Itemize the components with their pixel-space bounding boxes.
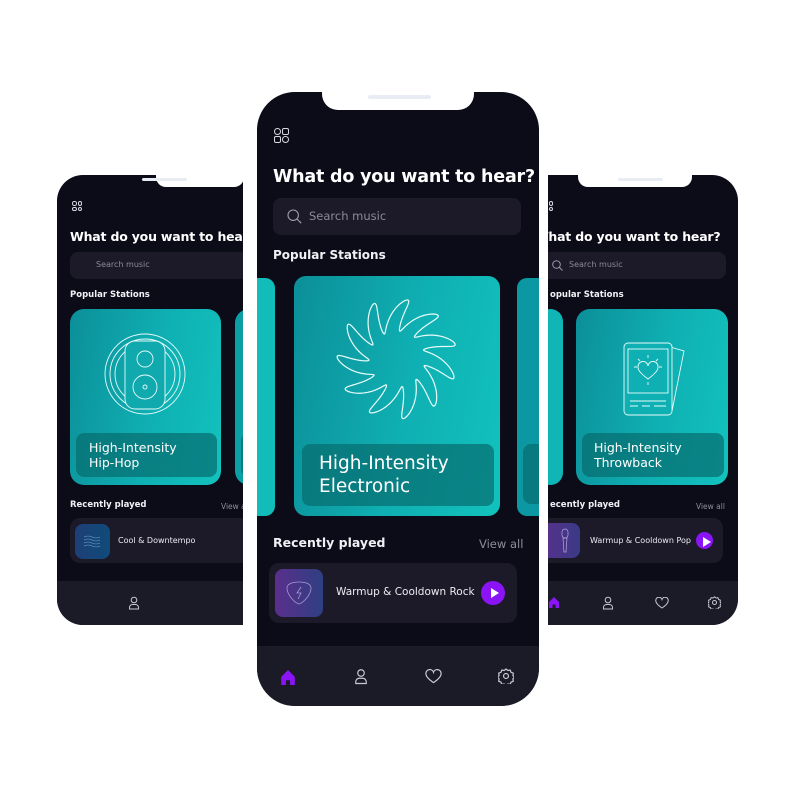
recently-played-title: Recently played	[273, 535, 386, 550]
recent-item-title: Warmup & Cooldown Pop	[590, 536, 691, 545]
search-placeholder: Search music	[309, 209, 387, 223]
recent-item[interactable]: Warmup & Cooldown Rock	[269, 563, 517, 623]
notch	[156, 175, 243, 187]
search-input[interactable]: Search music	[273, 198, 521, 235]
station-card-peek[interactable]	[235, 309, 243, 485]
recent-item[interactable]: Cool & Downtempo	[70, 518, 243, 563]
photo-heart-icon	[623, 342, 685, 416]
profile-icon[interactable]	[128, 596, 140, 610]
menu-grid-icon[interactable]	[72, 201, 82, 211]
home-icon[interactable]	[281, 670, 295, 685]
station-label: High-Intensity Throwback	[582, 433, 724, 477]
heart-icon[interactable]	[425, 669, 442, 684]
phone-center: What do you want to hear? Search music P…	[257, 92, 539, 706]
station-card-peek[interactable]	[548, 309, 563, 485]
search-placeholder: Search music	[569, 260, 623, 269]
view-all-link[interactable]: View a	[221, 502, 243, 511]
station-card-peek-left[interactable]	[257, 278, 275, 516]
notch-bar	[368, 95, 431, 99]
popular-stations-title: Popular Stations	[70, 290, 150, 300]
station-card-throwback[interactable]: High-Intensity Throwback	[576, 309, 728, 485]
microphone-icon	[548, 523, 580, 558]
search-input[interactable]: Search music	[548, 252, 726, 279]
page-heading: /hat do you want to hear?	[548, 229, 721, 244]
phone-right: /hat do you want to hear? Search music o…	[548, 175, 738, 625]
station-label: High-Intensity Hip-Hop	[76, 433, 217, 477]
notch-bar	[618, 178, 663, 181]
settings-icon[interactable]	[498, 668, 514, 684]
station-card-electronic[interactable]: High-Intensity Electronic	[294, 276, 500, 516]
station-card-peek-right[interactable]	[517, 278, 539, 516]
recent-item-title: Cool & Downtempo	[118, 536, 196, 545]
bottom-nav	[257, 646, 539, 706]
bottom-nav	[57, 581, 243, 625]
play-button[interactable]	[481, 581, 505, 605]
recent-item[interactable]: Warmup & Cooldown Pop	[548, 518, 723, 563]
profile-icon[interactable]	[602, 596, 614, 610]
search-placeholder: Search music	[96, 260, 150, 269]
speaker-icon	[104, 333, 186, 415]
search-icon	[552, 260, 563, 271]
guitar-pick-lightning-icon	[275, 569, 323, 617]
page-heading: What do you want to hear?	[273, 167, 535, 187]
waves-icon	[75, 524, 110, 559]
notch-bar	[142, 178, 187, 181]
station-label: High-Intensity Electronic	[302, 444, 494, 506]
view-all-link[interactable]: View all	[479, 537, 523, 551]
menu-grid-icon[interactable]	[548, 201, 553, 211]
popular-stations-title: opular Stations	[550, 290, 624, 300]
menu-grid-icon[interactable]	[274, 128, 289, 143]
notch	[578, 175, 692, 187]
phone-left: What do you want to hear? Search music P…	[57, 175, 243, 625]
recently-played-title: ecently played	[550, 500, 620, 510]
settings-icon[interactable]	[708, 596, 721, 609]
starburst-wave-icon	[336, 299, 456, 420]
bottom-nav	[548, 581, 738, 625]
station-card-hiphop[interactable]: High-Intensity Hip-Hop	[70, 309, 221, 485]
popular-stations-title: Popular Stations	[273, 248, 386, 262]
view-all-link[interactable]: View all	[696, 502, 725, 511]
play-button[interactable]	[696, 532, 713, 549]
search-icon	[287, 209, 302, 224]
recently-played-title: Recently played	[70, 500, 147, 510]
search-input[interactable]: Search music	[70, 252, 243, 279]
page-heading: What do you want to hear?	[70, 229, 243, 244]
profile-icon[interactable]	[354, 668, 368, 685]
recent-item-title: Warmup & Cooldown Rock	[336, 586, 475, 598]
home-icon[interactable]	[549, 597, 559, 608]
heart-icon[interactable]	[655, 597, 669, 609]
